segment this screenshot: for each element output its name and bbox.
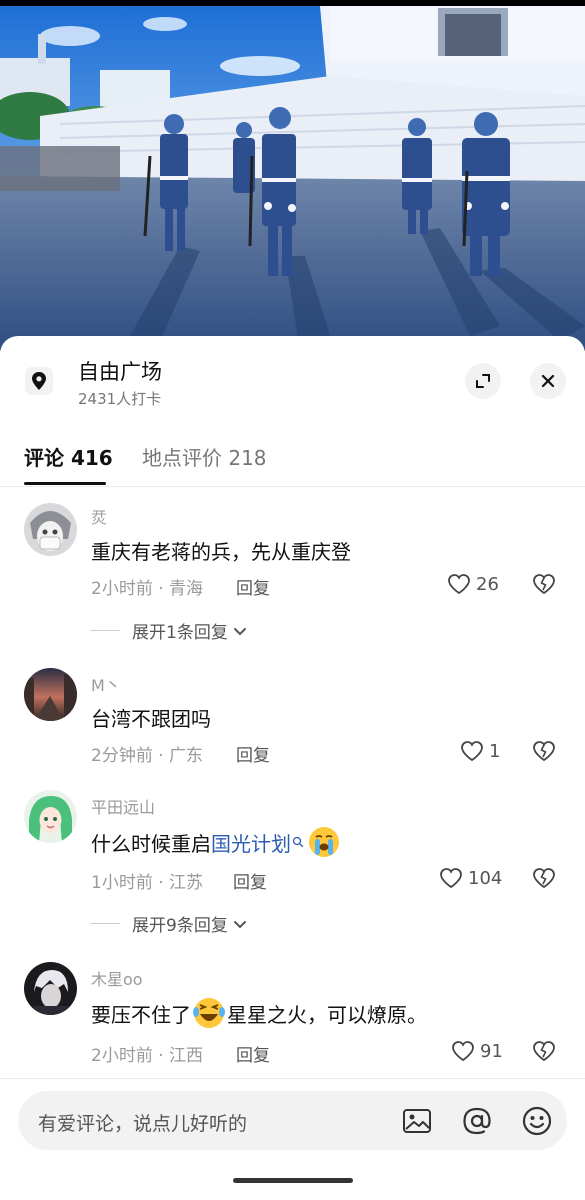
location-photo[interactable]: [0, 6, 585, 351]
expand-replies[interactable]: 展开1条回复: [90, 618, 249, 643]
expand-icon: [476, 374, 490, 388]
divider: [0, 1078, 585, 1079]
divider: [0, 486, 585, 487]
divider: [90, 630, 120, 631]
emoji-icon: [522, 1106, 552, 1136]
tab-comments[interactable]: 评论 416: [24, 442, 113, 471]
mention-button[interactable]: [461, 1105, 493, 1137]
comment-text-prefix: 什么时候重启: [91, 831, 211, 856]
location-pin-icon: [24, 366, 54, 396]
heart-icon: [448, 574, 470, 595]
expand-replies-label: 展开9条回复: [132, 916, 228, 936]
expand-replies-label: 展开1条回复: [132, 623, 228, 643]
broken-heart-icon: [533, 741, 555, 762]
comment-input-placeholder: 有爱评论，说点儿好听的: [38, 1113, 248, 1135]
laughing-crying-emoji: [193, 998, 225, 1028]
image-icon: [403, 1109, 431, 1133]
dislike-button[interactable]: [531, 572, 557, 598]
chevron-down-icon: [233, 920, 246, 928]
comment-text-prefix: 要压不住了: [91, 1002, 191, 1027]
comment-text: 台湾不跟团吗: [91, 707, 211, 731]
at-icon: [463, 1107, 491, 1135]
reply-button[interactable]: 回复: [236, 574, 270, 599]
comment-username[interactable]: 烎: [91, 504, 107, 528]
comment-username[interactable]: M丶: [91, 672, 121, 696]
like-button[interactable]: 26: [446, 572, 499, 596]
heart-icon: [461, 741, 483, 762]
broken-heart-icon: [533, 868, 555, 889]
like-count: 104: [468, 867, 503, 889]
like-button[interactable]: 104: [438, 866, 502, 890]
like-button[interactable]: 91: [450, 1039, 503, 1063]
active-tab-indicator: [24, 482, 106, 485]
avatar[interactable]: [24, 790, 77, 843]
comment-time-location: 1小时前 · 江苏: [91, 873, 204, 893]
reply-button[interactable]: 回复: [233, 868, 267, 893]
broken-heart-icon: [533, 574, 555, 595]
emoji-button[interactable]: [521, 1105, 553, 1137]
comment-input[interactable]: 有爱评论，说点儿好听的: [18, 1091, 567, 1150]
comment-text: 要压不住了 星星之火，可以燎原。: [91, 996, 427, 1030]
reply-button[interactable]: 回复: [236, 1041, 270, 1066]
comment-text-suffix: 星星之火，可以燎原。: [227, 1002, 427, 1027]
dislike-button[interactable]: [531, 1039, 557, 1065]
comment-time-location: 2分钟前 · 广东: [91, 746, 204, 766]
image-button[interactable]: [401, 1105, 433, 1137]
avatar[interactable]: [24, 962, 77, 1015]
chevron-down-icon: [233, 627, 246, 635]
location-name: 自由广场: [78, 360, 162, 384]
comment-username[interactable]: 平田远山: [91, 794, 155, 818]
dislike-button[interactable]: [531, 866, 557, 892]
honor-guard-photo: [0, 6, 585, 351]
search-icon: [292, 836, 304, 848]
comment-time-location: 2小时前 · 青海: [91, 579, 204, 599]
crying-emoji: [309, 827, 339, 857]
comments-sheet: 自由广场 2431人打卡 评论 416 地点评价 218 烎 重庆有老蒋的兵，先…: [0, 336, 585, 1200]
comment-text: 什么时候重启 国光计划: [91, 825, 341, 859]
close-button[interactable]: [530, 363, 566, 399]
comment-text: 重庆有老蒋的兵，先从重庆登: [91, 540, 351, 564]
close-icon: [541, 374, 555, 388]
comment-username[interactable]: 木星oo: [91, 966, 143, 990]
like-count: 91: [480, 1040, 503, 1062]
heart-icon: [440, 868, 462, 889]
like-count: 1: [489, 740, 501, 762]
checkin-count: 2431人打卡: [78, 390, 162, 408]
tab-place-reviews[interactable]: 地点评价 218: [142, 442, 267, 471]
search-link[interactable]: 国光计划: [211, 828, 291, 857]
expand-button[interactable]: [465, 363, 501, 399]
divider: [90, 923, 120, 924]
like-count: 26: [476, 573, 499, 595]
comment-time-location: 2小时前 · 江西: [91, 1046, 204, 1066]
avatar[interactable]: [24, 503, 77, 556]
home-indicator[interactable]: [233, 1178, 353, 1183]
broken-heart-icon: [533, 1041, 555, 1062]
expand-replies[interactable]: 展开9条回复: [90, 911, 249, 936]
avatar[interactable]: [24, 668, 77, 721]
heart-icon: [452, 1041, 474, 1062]
reply-button[interactable]: 回复: [236, 741, 270, 766]
like-button[interactable]: 1: [459, 739, 500, 763]
dislike-button[interactable]: [531, 739, 557, 765]
